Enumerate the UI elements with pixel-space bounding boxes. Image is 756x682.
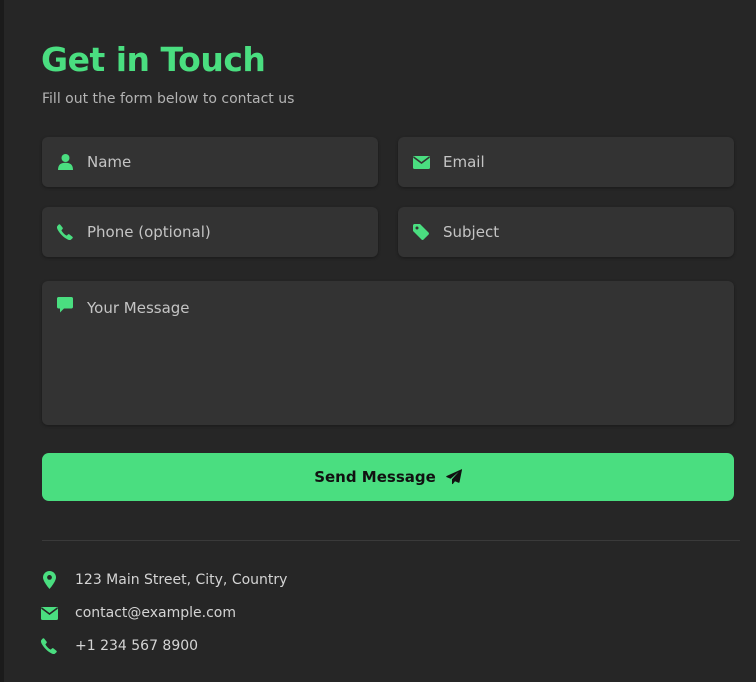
message-field[interactable] [42, 281, 734, 425]
address-text: 123 Main Street, City, Country [75, 572, 288, 588]
tag-icon [412, 223, 430, 241]
phone-icon [56, 223, 74, 241]
subject-input[interactable] [443, 207, 722, 257]
contact-phone: +1 234 567 8900 [40, 635, 198, 657]
phone-field[interactable] [42, 207, 378, 257]
divider [42, 540, 740, 541]
contact-card: Get in Touch Fill out the form below to … [4, 0, 756, 682]
envelope-icon [412, 153, 430, 171]
send-message-button[interactable]: Send Message [42, 453, 734, 501]
page-subtitle: Fill out the form below to contact us [42, 91, 295, 107]
message-input[interactable] [87, 298, 722, 413]
user-icon [56, 153, 74, 171]
phone-text: +1 234 567 8900 [75, 638, 199, 654]
comment-icon [56, 296, 74, 314]
subject-field[interactable] [398, 207, 734, 257]
paper-plane-icon [446, 469, 462, 485]
phone-icon [40, 637, 58, 655]
name-input[interactable] [87, 137, 366, 187]
email-field[interactable] [398, 137, 734, 187]
name-field[interactable] [42, 137, 378, 187]
email-text: contact@example.com [75, 605, 236, 621]
map-marker-icon [40, 571, 58, 589]
email-input[interactable] [443, 137, 722, 187]
send-message-label: Send Message [314, 468, 436, 486]
envelope-icon [40, 604, 58, 622]
contact-address: 123 Main Street, City, Country [40, 569, 287, 591]
page-title: Get in Touch [41, 40, 266, 79]
phone-input[interactable] [87, 207, 366, 257]
contact-email: contact@example.com [40, 602, 236, 624]
